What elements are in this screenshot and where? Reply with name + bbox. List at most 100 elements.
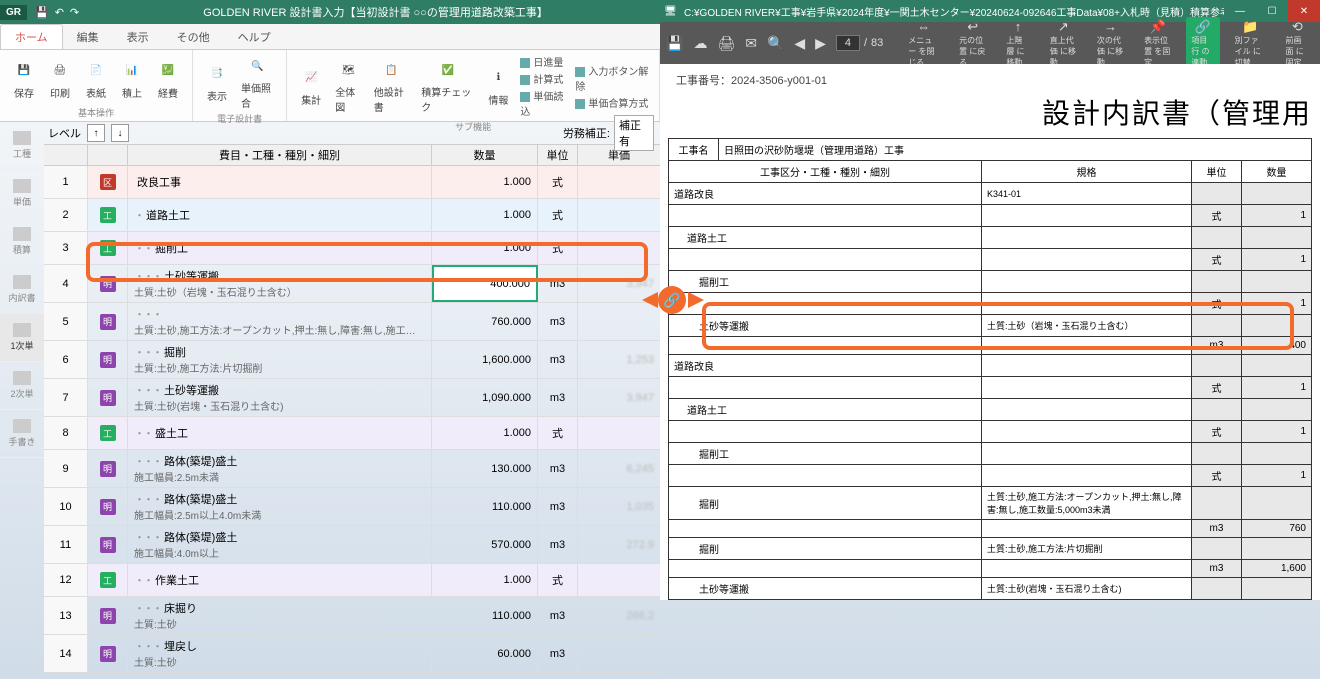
tab-view[interactable]: 表示	[113, 25, 163, 49]
sub-unitload[interactable]: 単価読込	[520, 88, 567, 118]
doc-row: m31,090	[669, 600, 1312, 601]
row-name-cell[interactable]: ・・・埋戻し土質:土砂	[128, 635, 432, 672]
pdf-print-icon[interactable]: 🖨	[717, 33, 735, 53]
display-button[interactable]: 📑表示	[199, 52, 235, 112]
tool-back[interactable]: ↩元の位置 に戻る	[954, 17, 991, 70]
grid-row[interactable]: 1区改良工事1.000式	[44, 166, 660, 199]
pdf-page-current[interactable]: 4	[836, 35, 860, 51]
accum-button[interactable]: 📊積上	[114, 52, 150, 106]
row-qty-cell[interactable]: 1.000	[432, 417, 538, 449]
side-tab-primary[interactable]: 1次単	[0, 314, 44, 362]
pdf-nextpage-icon[interactable]: ▶	[815, 33, 826, 53]
row-name-cell[interactable]: ・・・路体(築堤)盛土施工幅員:4.0m以上	[128, 526, 432, 563]
pdf-prevpage-icon[interactable]: ◀	[794, 33, 805, 53]
pdf-save-icon[interactable]: 💾	[666, 33, 683, 53]
tool-otherfile[interactable]: 📁別ファイル に切替	[1230, 17, 1271, 70]
tool-direct[interactable]: ↗直上代価 に移動	[1045, 17, 1082, 70]
side-tab-detail[interactable]: 内訳書	[0, 266, 44, 314]
side-tab-est[interactable]: 積算	[0, 218, 44, 266]
row-qty-cell[interactable]: 1.000	[432, 166, 538, 198]
row-name-cell[interactable]: ・・作業土工	[128, 564, 432, 596]
estcheck-button[interactable]: ✅積算チェック	[415, 52, 480, 120]
save-qat-icon[interactable]: 💾	[35, 6, 49, 19]
tab-edit[interactable]: 編集	[63, 25, 113, 49]
otherdoc-button[interactable]: 📋他設計書	[368, 52, 415, 120]
row-name-cell[interactable]: ・・・土質:土砂,施工方法:オープンカット,押土:無し,障害:無し,施工…	[128, 303, 432, 340]
grid-row[interactable]: 3工・・掘削工1.000式	[44, 232, 660, 265]
level-up-button[interactable]: ↑	[87, 124, 105, 142]
sub-pricesum[interactable]: 単価合算方式	[575, 95, 649, 110]
row-qty-cell[interactable]: 110.000	[432, 488, 538, 525]
row-name-cell[interactable]: 改良工事	[128, 166, 432, 198]
row-name-cell[interactable]: ・・・掘削土質:土砂,施工方法:片切掘削	[128, 341, 432, 378]
row-name-cell[interactable]: ・・・路体(築堤)盛土施工幅員:2.5m以上4.0m未満	[128, 488, 432, 525]
pdf-zoomout-icon[interactable]: 🔍	[767, 33, 784, 53]
tool-prev[interactable]: ⟲前画面 に固定	[1281, 17, 1314, 70]
doc-cell-unit: 式	[1192, 249, 1242, 271]
row-name-cell[interactable]: ・道路土工	[128, 199, 432, 231]
grid-row[interactable]: 4明・・・土砂等運搬土質:土砂（岩塊・玉石混り土含む）400.000m33,94…	[44, 265, 660, 303]
pdf-content: 工事番号：2024-3506-y001-01 設計内訳書（管理用 工事名 日照田…	[660, 64, 1320, 600]
print-button[interactable]: 🖨印刷	[42, 52, 78, 106]
row-qty-cell[interactable]: 1,600.000	[432, 341, 538, 378]
row-qty-cell[interactable]: 760.000	[432, 303, 538, 340]
row-qty-cell[interactable]: 1.000	[432, 564, 538, 596]
row-name-cell[interactable]: ・・・床掘り土質:土砂	[128, 597, 432, 634]
pdf-cloud-icon[interactable]: ☁	[693, 33, 707, 53]
row-qty-cell[interactable]: 60.000	[432, 635, 538, 672]
row-qty-cell[interactable]: 1,090.000	[432, 379, 538, 416]
grid-row[interactable]: 8工・・盛土工1.000式	[44, 417, 660, 450]
grid-row[interactable]: 2工・道路土工1.000式	[44, 199, 660, 232]
grid-row[interactable]: 5明・・・土質:土砂,施工方法:オープンカット,押土:無し,障害:無し,施工…7…	[44, 303, 660, 341]
tool-next[interactable]: →次の代価 に移動	[1092, 17, 1129, 70]
sub-calc[interactable]: 計算式	[520, 71, 567, 86]
row-qty-cell[interactable]: 130.000	[432, 450, 538, 487]
tab-other[interactable]: その他	[163, 25, 224, 49]
doc-row: 掘削土質:土砂,施工方法:片切掘削	[669, 538, 1312, 560]
undo-icon[interactable]: ↶	[55, 6, 64, 19]
tool-fixview[interactable]: 📌表示位置 を固定	[1139, 17, 1176, 70]
redo-icon[interactable]: ↷	[70, 6, 79, 19]
grid-row[interactable]: 6明・・・掘削土質:土砂,施工方法:片切掘削1,600.000m31,253	[44, 341, 660, 379]
link-chain-icon: 🔗	[658, 286, 686, 314]
row-name-cell[interactable]: ・・・土砂等運搬土質:土砂(岩塊・玉石混り土含む)	[128, 379, 432, 416]
row-unit-cell: m3	[538, 597, 578, 634]
row-qty-cell[interactable]: 110.000	[432, 597, 538, 634]
row-qty-cell[interactable]: 1.000	[432, 232, 538, 264]
grid-row[interactable]: 9明・・・路体(築堤)盛土施工幅員:2.5m未満130.000m36,245	[44, 450, 660, 488]
grid-row[interactable]: 12工・・作業土工1.000式	[44, 564, 660, 597]
row-name-cell[interactable]: ・・・土砂等運搬土質:土砂（岩塊・玉石混り土含む）	[128, 265, 432, 302]
tab-help[interactable]: ヘルプ	[224, 25, 285, 49]
sub-inputrel[interactable]: 入力ボタン解除	[575, 63, 649, 93]
side-tab-secondary[interactable]: 2次単	[0, 362, 44, 410]
side-tab-kind[interactable]: 工種	[0, 122, 44, 170]
grid-row[interactable]: 14明・・・埋戻し土質:土砂60.000m3	[44, 635, 660, 673]
row-name-cell[interactable]: ・・掘削工	[128, 232, 432, 264]
row-qty-cell[interactable]: 400.000	[432, 265, 538, 302]
sub-nissin[interactable]: 日進量	[520, 54, 567, 69]
grid-row[interactable]: 13明・・・床掘り土質:土砂110.000m3266.2	[44, 597, 660, 635]
grid-row[interactable]: 11明・・・路体(築堤)盛土施工幅員:4.0m以上570.000m3272.9	[44, 526, 660, 564]
row-qty-cell[interactable]: 1.000	[432, 199, 538, 231]
expense-button[interactable]: 💹経費	[150, 52, 186, 106]
unitref-button[interactable]: 🔍単価照合	[235, 52, 280, 112]
tool-menu-close[interactable]: ⇔メニュー を閉じる	[903, 17, 944, 70]
pdf-mail-icon[interactable]: ✉	[745, 33, 757, 53]
grid-row[interactable]: 7明・・・土砂等運搬土質:土砂(岩塊・玉石混り土含む)1,090.000m33,…	[44, 379, 660, 417]
side-tab-unit[interactable]: 単価	[0, 170, 44, 218]
tool-up[interactable]: ↑上階層 に移動	[1001, 17, 1034, 70]
info-button[interactable]: ℹ情報	[480, 52, 516, 120]
side-tab-memo[interactable]: 手書き	[0, 410, 44, 458]
grid-row[interactable]: 10明・・・路体(築堤)盛土施工幅員:2.5m以上4.0m未満110.000m3…	[44, 488, 660, 526]
allfig-button[interactable]: 🗺全体図	[329, 52, 368, 120]
row-name-cell[interactable]: ・・盛土工	[128, 417, 432, 449]
tool-linkrow[interactable]: 🔗項目行 の連動	[1186, 17, 1219, 70]
save-button[interactable]: 💾保存	[6, 52, 42, 106]
row-name-cell[interactable]: ・・・路体(築堤)盛土施工幅員:2.5m未満	[128, 450, 432, 487]
tab-home[interactable]: ホーム	[0, 24, 63, 49]
level-down-button[interactable]: ↓	[111, 124, 129, 142]
labor-select[interactable]: 補正有	[614, 115, 654, 151]
row-qty-cell[interactable]: 570.000	[432, 526, 538, 563]
cover-button[interactable]: 📄表紙	[78, 52, 114, 106]
collect-button[interactable]: 📈集計	[293, 52, 329, 120]
